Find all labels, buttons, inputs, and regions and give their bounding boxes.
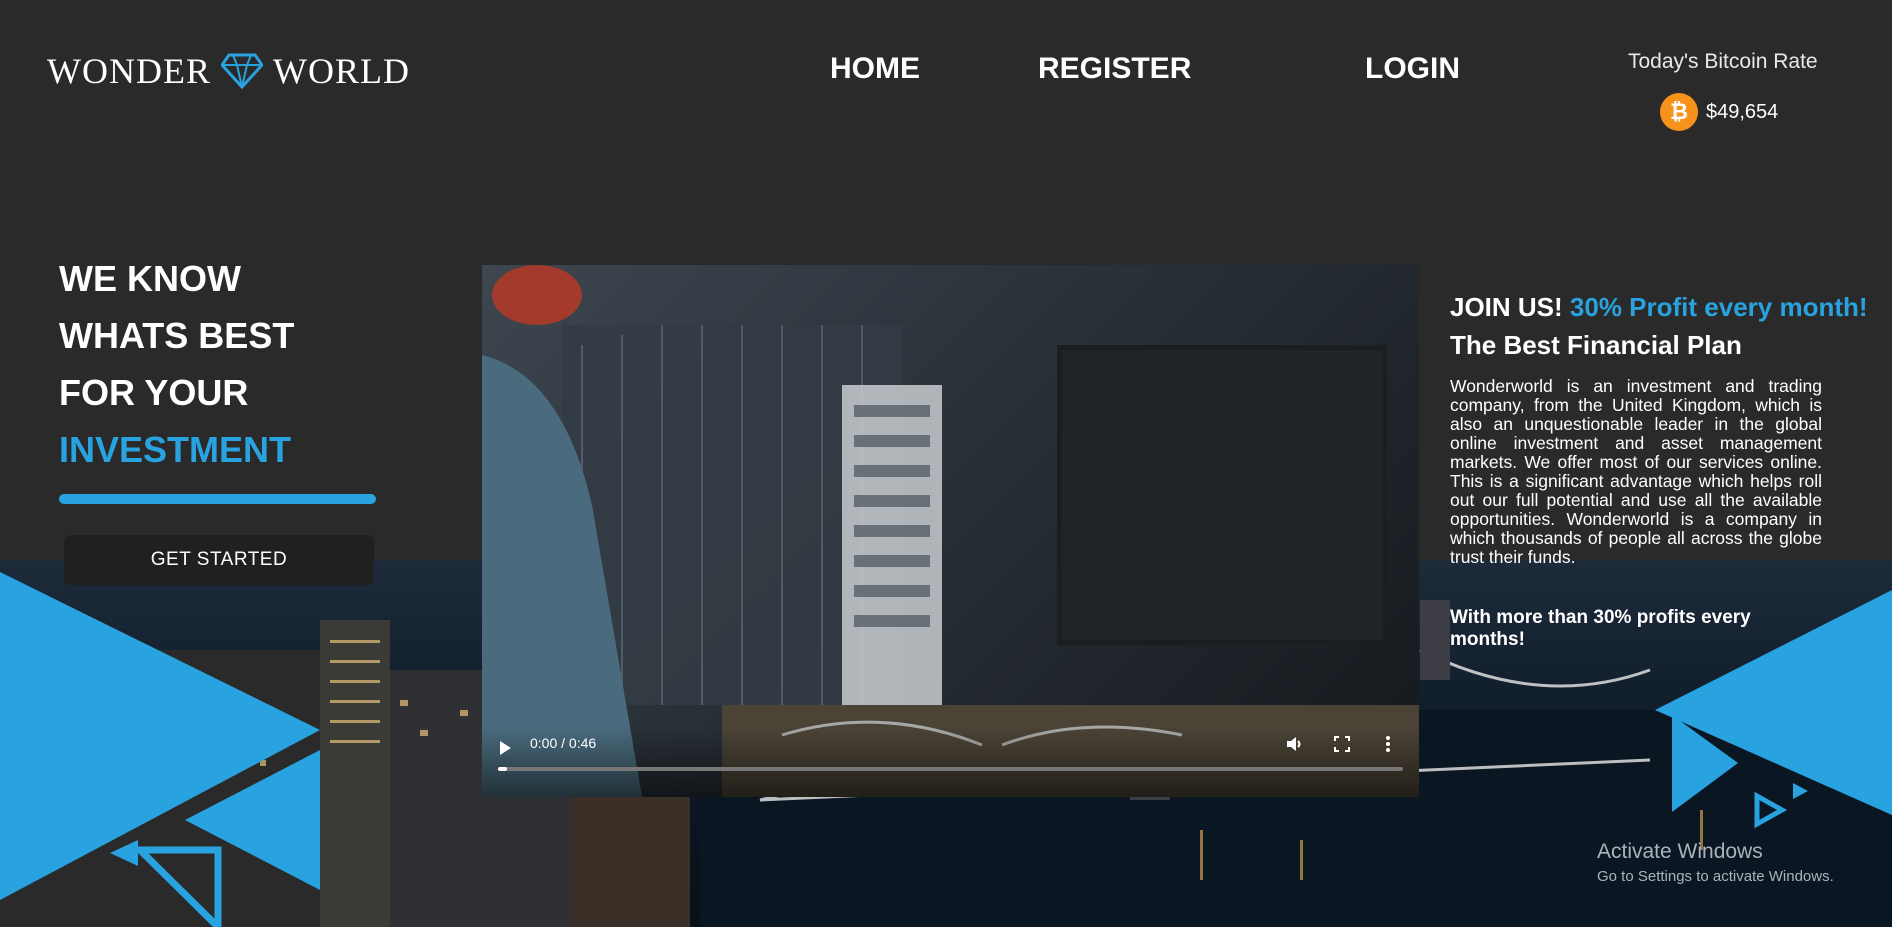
company-description: Wonderworld is an investment and trading… [1450,376,1822,567]
hero-underline [59,494,376,504]
logo-text-right: WORLD [272,51,410,91]
activate-subtitle: Go to Settings to activate Windows. [1597,868,1834,885]
video-frame [482,265,1419,797]
nav-home[interactable]: HOME [830,52,920,86]
get-started-button[interactable]: GET STARTED [64,535,374,585]
video-progress-bar[interactable] [498,767,1403,771]
play-icon[interactable] [500,741,511,755]
volume-icon[interactable] [1284,734,1304,754]
hero-line-2: WHATS BEST [59,315,295,356]
nav-login[interactable]: LOGIN [1365,52,1460,86]
activate-windows-watermark: Activate Windows Go to Settings to activ… [1597,840,1834,885]
bitcoin-icon: ₿ [1660,93,1698,131]
video-controls [482,727,1419,797]
nav-register[interactable]: REGISTER [1038,52,1191,86]
hero-line-3: FOR YOUR [59,372,249,413]
fullscreen-icon[interactable] [1332,734,1352,754]
hero-line-1: WE KNOW [59,258,241,299]
activate-title: Activate Windows [1597,840,1763,863]
video-progress-fill [498,767,508,771]
logo-text-left: WONDER [47,51,211,91]
bitcoin-rate: ₿ $49,654 [1660,93,1778,131]
more-options-icon[interactable] [1378,734,1398,754]
profit-note: With more than 30% profits every months! [1450,607,1751,650]
logo[interactable]: WONDER WORLD [47,50,410,92]
hero-accent-line: INVESTMENT [59,429,292,470]
video-time: 0:00 / 0:46 [530,735,597,751]
bitcoin-rate-value: $49,654 [1706,100,1779,123]
join-heading: JOIN US! 30% Profit every month! [1450,292,1868,323]
diamond-icon [220,53,263,89]
join-accent: 30% Profit every month! [1569,292,1868,322]
plan-title: The Best Financial Plan [1450,330,1742,360]
hero-heading: WE KNOW WHATS BEST FOR YOUR INVESTMENT [59,250,294,478]
bitcoin-rate-label: Today's Bitcoin Rate [1628,50,1818,73]
join-prefix: JOIN US! [1450,292,1563,322]
video-player[interactable]: 0:00 / 0:46 [482,265,1419,797]
